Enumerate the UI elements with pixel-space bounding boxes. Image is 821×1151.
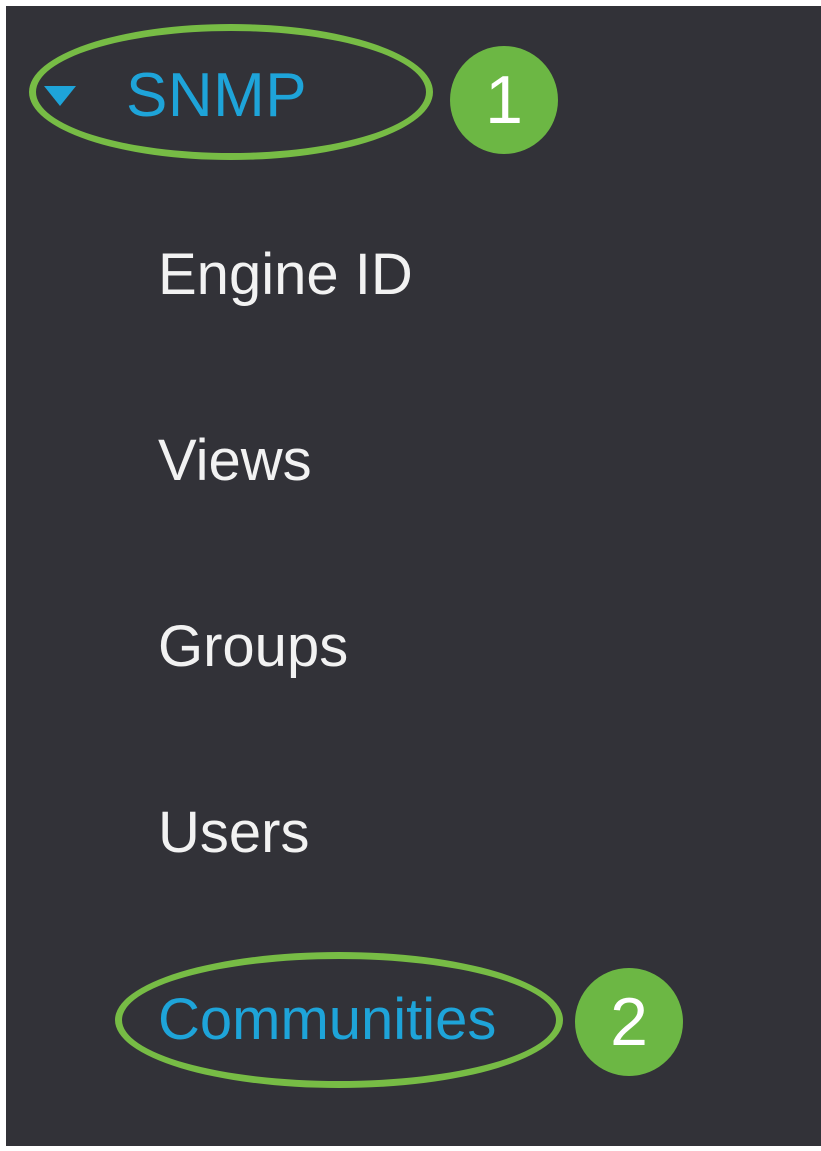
sidebar-item-engine-id[interactable]: Engine ID xyxy=(158,246,413,304)
nav-section-label: SNMP xyxy=(126,61,308,130)
sidebar-item-users[interactable]: Users xyxy=(158,804,309,862)
sidebar-item-groups[interactable]: Groups xyxy=(158,618,348,676)
sidebar-panel: SNMP Engine ID Views Groups Users Commun… xyxy=(6,6,821,1146)
caret-down-icon[interactable] xyxy=(42,84,78,108)
step-badge-2: 2 xyxy=(575,968,683,1076)
sidebar-item-communities[interactable]: Communities xyxy=(158,991,496,1049)
nav-section-snmp[interactable]: SNMP xyxy=(42,56,307,136)
sidebar-item-views[interactable]: Views xyxy=(158,432,312,490)
step-badge-1: 1 xyxy=(450,46,558,154)
